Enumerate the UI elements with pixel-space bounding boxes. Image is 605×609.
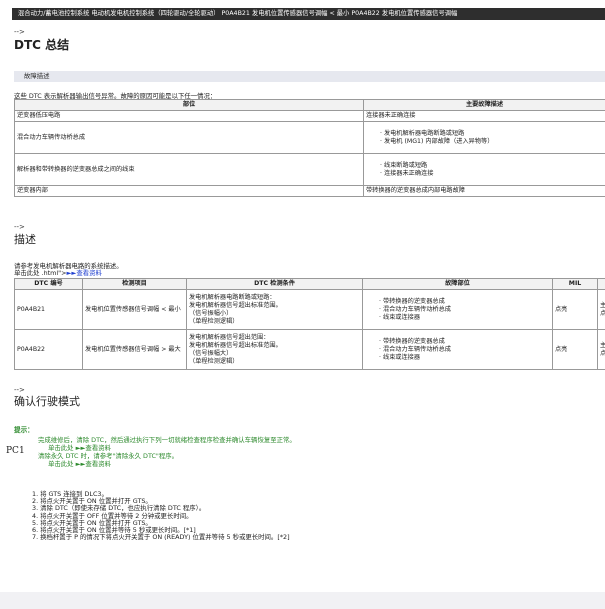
mil-value: 点亮 — [552, 289, 598, 330]
link-prefix: 单击此处 .html"> — [14, 269, 67, 277]
section-arrow: --> — [14, 28, 25, 36]
desc-cell: 发电机解析器电路断路或短路 发电机 (MG1) 内部故障（进入异物等） — [363, 121, 605, 154]
col-extra — [597, 278, 605, 290]
cond-line: 发电机解析器信号超出标准范围。 — [189, 301, 282, 309]
col-part: 部位 — [14, 99, 364, 111]
col-dtc-code: DTC 编号 — [14, 278, 83, 290]
section-arrow: --> — [14, 223, 25, 231]
hint-label: 提示： — [14, 426, 34, 434]
description-title: 描述 — [14, 233, 36, 246]
dtc-summary-title: DTC 总结 — [14, 38, 70, 52]
dtc-code: P0A4B21 — [14, 289, 83, 330]
part-cell: 混合动力车辆传动桥总成 — [14, 121, 364, 154]
part-item: 线束或连接器 — [379, 314, 550, 322]
dtc-table: DTC 编号 检测项目 DTC 检测条件 故障部位 MIL P0A4B21 发电… — [14, 278, 605, 370]
extra-cell: 主 点 — [597, 289, 605, 330]
part-item: 线束或连接器 — [379, 354, 550, 362]
breadcrumb: 混合动力/蓄电池控制系统 电动机发电机控制系统（四轮驱动/全轮驱动） P0A4B… — [12, 8, 605, 20]
col-fault-part: 故障部位 — [362, 278, 553, 290]
desc-item: 连接器未正确连接 — [380, 170, 603, 178]
description-link-row: 单击此处 .html">►►查看资料 — [14, 268, 102, 277]
pc1-label: PC1 — [6, 446, 25, 456]
part-item: 带转换器的逆变器总成 — [379, 338, 550, 346]
desc-item: 线束断路或短路 — [380, 162, 603, 170]
cond-line: （单程检测逻辑） — [189, 357, 239, 365]
view-info-link[interactable]: ►►查看资料 — [66, 269, 101, 277]
col-desc: 主要故障描述 — [363, 99, 605, 111]
fault-description-bar: 故障描述 — [14, 71, 605, 82]
mil-value: 点亮 — [552, 329, 598, 370]
part-cell: 解析器和带转换器的逆变器总成之间的线束 — [14, 153, 364, 186]
confirm-title: 确认行驶模式 — [14, 395, 80, 408]
footer-bar — [0, 592, 605, 609]
steps-list: 1. 将 GTS 连接到 DLC3。 2. 将点火开关置于 ON 位置并打开 G… — [32, 490, 290, 542]
fault-part: 带转换器的逆变器总成 混合动力车辆传动桥总成 线束或连接器 — [362, 329, 553, 370]
detect-cond: 发电机解析器电路断路或短路： 发电机解析器信号超出标准范围。 （信号振幅小） （… — [186, 289, 363, 330]
cond-line: （信号振幅大） — [189, 349, 233, 357]
part-item: 混合动力车辆传动桥总成 — [379, 346, 550, 354]
desc-item: 发电机解析器电路断路或短路 — [380, 130, 603, 138]
fault-table: 部位 主要故障描述 逆变器低压电路 连接器未正确连接 混合动力车辆传动桥总成 发… — [14, 99, 605, 197]
step-item: 7. 换档杆置于 P 的情况下将点火开关置于 ON (READY) 位置并等待 … — [32, 533, 290, 542]
detect-item: 发电机位置传感器信号调幅 > 最大 — [82, 329, 187, 370]
part-item: 混合动力车辆传动桥总成 — [379, 306, 550, 314]
extra-cell: 主 点 — [597, 329, 605, 370]
cond-line: （单程检测逻辑） — [189, 317, 239, 325]
col-detect-cond: DTC 检测条件 — [186, 278, 363, 290]
hint-link[interactable]: 单击此处 ►►查看资料 — [48, 459, 111, 468]
desc-cell: 连接器未正确连接 — [363, 110, 605, 122]
cond-line: 发电机解析器电路断路或短路： — [189, 293, 276, 301]
part-cell: 逆变器内部 — [14, 185, 364, 197]
detect-item: 发电机位置传感器信号调幅 < 最小 — [82, 289, 187, 330]
cond-line: 发电机解析器信号超出范围： — [189, 333, 270, 341]
col-mil: MIL — [552, 278, 598, 290]
part-item: 带转换器的逆变器总成 — [379, 298, 550, 306]
part-cell: 逆变器低压电路 — [14, 110, 364, 122]
dtc-code: P0A4B22 — [14, 329, 83, 370]
detect-cond: 发电机解析器信号超出范围： 发电机解析器信号超出标准范围。 （信号振幅大） （单… — [186, 329, 363, 370]
fault-part: 带转换器的逆变器总成 混合动力车辆传动桥总成 线束或连接器 — [362, 289, 553, 330]
desc-cell: 带转换器的逆变器总成内部电路故障 — [363, 185, 605, 197]
desc-cell: 线束断路或短路 连接器未正确连接 — [363, 153, 605, 186]
desc-item: 发电机 (MG1) 内部故障（进入异物等） — [380, 138, 603, 146]
cond-line: 发电机解析器信号超出标准范围。 — [189, 341, 282, 349]
cond-line: （信号振幅小） — [189, 309, 233, 317]
col-detect-item: 检测项目 — [82, 278, 187, 290]
